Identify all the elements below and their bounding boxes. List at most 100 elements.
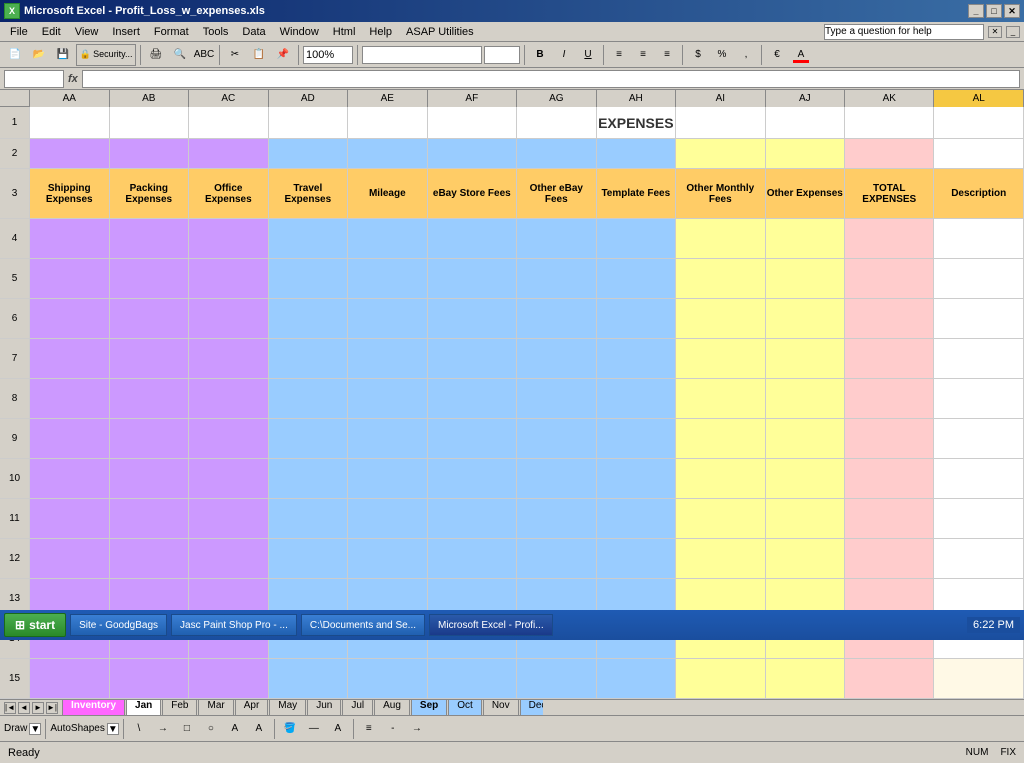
cell-AD12[interactable] xyxy=(269,539,349,578)
col-header-AH[interactable]: AH xyxy=(597,90,677,107)
cell-AI1[interactable] xyxy=(676,107,765,138)
formula-input[interactable] xyxy=(82,70,1020,88)
cell-AC3-header[interactable]: Office Expenses xyxy=(189,169,269,218)
cell-AH12[interactable] xyxy=(597,539,677,578)
percent-button[interactable]: % xyxy=(711,44,733,66)
cell-AE9[interactable] xyxy=(348,419,428,458)
cell-AC11[interactable] xyxy=(189,499,269,538)
cell-AC12[interactable] xyxy=(189,539,269,578)
cell-AK9[interactable] xyxy=(845,419,934,458)
cell-AA7[interactable] xyxy=(30,339,110,378)
cell-AD1[interactable] xyxy=(269,107,349,138)
euro-button[interactable]: € xyxy=(766,44,788,66)
cell-AJ5[interactable] xyxy=(766,259,846,298)
cell-AG7[interactable] xyxy=(517,339,597,378)
cell-AC7[interactable] xyxy=(189,339,269,378)
cell-AG4[interactable] xyxy=(517,219,597,258)
cell-AF3-header[interactable]: eBay Store Fees xyxy=(428,169,517,218)
cell-AA10[interactable] xyxy=(30,459,110,498)
line-style-btn[interactable]: ≡ xyxy=(358,718,380,740)
cell-AB7[interactable] xyxy=(110,339,190,378)
menu-insert[interactable]: Insert xyxy=(106,25,146,39)
cell-AA2[interactable] xyxy=(30,139,110,168)
align-left-button[interactable]: ≡ xyxy=(608,44,630,66)
cell-AJ15[interactable] xyxy=(766,659,846,698)
draw-wordart-button[interactable]: A xyxy=(248,718,270,740)
line-color-btn[interactable]: — xyxy=(303,718,325,740)
cell-AK7[interactable] xyxy=(845,339,934,378)
cell-AF15[interactable] xyxy=(428,659,517,698)
cell-AE3-header[interactable]: Mileage xyxy=(348,169,428,218)
col-header-AF[interactable]: AF xyxy=(428,90,517,107)
cell-AI6[interactable] xyxy=(676,299,765,338)
font-color-btn[interactable]: A xyxy=(327,718,349,740)
tab-oct[interactable]: Oct xyxy=(448,700,482,715)
col-header-AG[interactable]: AG xyxy=(517,90,597,107)
cell-AF8[interactable] xyxy=(428,379,517,418)
col-header-AC[interactable]: AC xyxy=(189,90,269,107)
cell-AL2[interactable] xyxy=(934,139,1023,168)
cell-AG6[interactable] xyxy=(517,299,597,338)
cell-AE1[interactable] xyxy=(348,107,428,138)
cell-AJ7[interactable] xyxy=(766,339,846,378)
align-right-button[interactable]: ≡ xyxy=(656,44,678,66)
cell-AK15[interactable] xyxy=(845,659,934,698)
menu-asap[interactable]: ASAP Utilities xyxy=(400,25,480,39)
cell-AI4[interactable] xyxy=(676,219,765,258)
cell-AJ9[interactable] xyxy=(766,419,846,458)
help-close-button[interactable]: ✕ xyxy=(988,26,1002,38)
cell-reference-box[interactable]: AL15 xyxy=(4,70,64,88)
cell-AG9[interactable] xyxy=(517,419,597,458)
cell-AI11[interactable] xyxy=(676,499,765,538)
cell-AB11[interactable] xyxy=(110,499,190,538)
cell-AL11[interactable] xyxy=(934,499,1023,538)
cell-AF9[interactable] xyxy=(428,419,517,458)
minimize-button[interactable]: _ xyxy=(968,4,984,18)
cell-AJ2[interactable] xyxy=(766,139,846,168)
col-header-AB[interactable]: AB xyxy=(110,90,190,107)
paste-button[interactable]: 📌 xyxy=(272,44,294,66)
cell-AH15[interactable] xyxy=(597,659,677,698)
cell-AH11[interactable] xyxy=(597,499,677,538)
cell-AG5[interactable] xyxy=(517,259,597,298)
cell-AH1-title[interactable]: EXPENSES xyxy=(597,107,677,138)
cell-AD11[interactable] xyxy=(269,499,349,538)
cell-AL15-selected[interactable] xyxy=(934,659,1023,698)
copy-button[interactable]: 📋 xyxy=(248,44,270,66)
cell-AL8[interactable] xyxy=(934,379,1023,418)
cell-AA4[interactable] xyxy=(30,219,110,258)
tab-inventory[interactable]: Inventory xyxy=(62,700,125,715)
taskbar-item-paint[interactable]: Jasc Paint Shop Pro - ... xyxy=(171,614,297,636)
cell-AD8[interactable] xyxy=(269,379,349,418)
menu-data[interactable]: Data xyxy=(236,25,271,39)
cell-AF5[interactable] xyxy=(428,259,517,298)
cell-AH9[interactable] xyxy=(597,419,677,458)
cell-AA12[interactable] xyxy=(30,539,110,578)
cell-AD15[interactable] xyxy=(269,659,349,698)
cell-AB10[interactable] xyxy=(110,459,190,498)
col-header-AA[interactable]: AA xyxy=(30,90,110,107)
cell-AB1[interactable] xyxy=(110,107,190,138)
menu-html[interactable]: Html xyxy=(327,25,362,39)
cell-AC5[interactable] xyxy=(189,259,269,298)
font-size-box[interactable]: 10 xyxy=(484,46,520,64)
cell-AG11[interactable] xyxy=(517,499,597,538)
cell-AI2[interactable] xyxy=(676,139,765,168)
cell-AI10[interactable] xyxy=(676,459,765,498)
open-button[interactable]: 📂 xyxy=(28,44,50,66)
tab-dec[interactable]: Dec xyxy=(520,700,543,715)
cut-button[interactable]: ✂ xyxy=(224,44,246,66)
tab-sep[interactable]: Sep xyxy=(411,700,447,715)
cell-AF11[interactable] xyxy=(428,499,517,538)
cell-AB5[interactable] xyxy=(110,259,190,298)
print-preview-button[interactable]: 🔍 xyxy=(169,44,191,66)
currency-button[interactable]: $ xyxy=(687,44,709,66)
cell-AE15[interactable] xyxy=(348,659,428,698)
cell-AA9[interactable] xyxy=(30,419,110,458)
cell-AJ3-header[interactable]: Other Expenses xyxy=(766,169,846,218)
cell-AK11[interactable] xyxy=(845,499,934,538)
col-header-AL[interactable]: AL xyxy=(934,90,1023,107)
cell-AI3-header[interactable]: Other Monthly Fees xyxy=(676,169,765,218)
cell-AB4[interactable] xyxy=(110,219,190,258)
start-button[interactable]: ⊞ start xyxy=(4,613,66,637)
